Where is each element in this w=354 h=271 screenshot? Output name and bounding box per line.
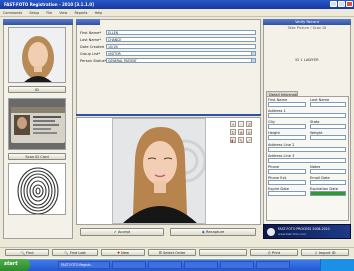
menu-view[interactable]: View: [56, 9, 70, 17]
menu-setup[interactable]: Setup: [26, 9, 42, 17]
taskbar-item[interactable]: [184, 261, 218, 269]
import-id-button[interactable]: ⇩ Import ID: [301, 249, 349, 256]
edit-icon[interactable]: ✎: [238, 137, 244, 143]
scan-id-card-button[interactable]: Scan ID Card: [8, 153, 66, 160]
expiration-status-field[interactable]: [310, 191, 346, 196]
find-button[interactable]: 🔍 Find: [5, 249, 49, 256]
contrast-icon[interactable]: ◐: [230, 137, 236, 143]
crop-plus-icon[interactable]: ⊕: [238, 129, 244, 135]
detail-field[interactable]: [310, 135, 346, 140]
person-status-value: GENERAL PATIENT: [108, 59, 137, 63]
detail-field[interactable]: [268, 102, 306, 107]
start-button[interactable]: start: [0, 259, 30, 271]
rotate-right-icon[interactable]: ↻: [230, 129, 236, 135]
status-text: ID 1 LAWYER: [295, 58, 319, 62]
taskbar-item[interactable]: [256, 261, 290, 269]
minimize-button[interactable]: [330, 1, 337, 7]
chevron-down-icon[interactable]: [251, 52, 255, 55]
brand-badge: FAST-FOTO PROCESS 2008-2010 www.fast-fot…: [263, 224, 351, 239]
image-tools: + - ↺ ↻ ⊕ ⊖ ◐ ✎ ⤢: [230, 121, 258, 153]
new-label: New: [121, 251, 129, 255]
find-label: Find: [26, 251, 34, 255]
menu-commands[interactable]: Commands: [0, 9, 25, 17]
menu-help[interactable]: Help: [92, 9, 106, 17]
resize-icon[interactable]: ⤢: [246, 137, 252, 143]
recapture-label: Recapture: [205, 230, 225, 234]
zoom-out-icon[interactable]: -: [238, 121, 244, 127]
accept-button[interactable]: ✔ Accept: [80, 228, 164, 236]
system-tray: [320, 259, 354, 271]
scanned-id-card[interactable]: [8, 98, 66, 150]
find-last-label: Find Last: [69, 251, 86, 255]
detail-field[interactable]: [310, 102, 346, 107]
accept-label: Accept: [117, 230, 131, 234]
verify-header: Verify Record: [263, 19, 351, 25]
date-created-label: Date Created: [80, 45, 104, 49]
person-status-label: Person Status*: [80, 59, 106, 63]
detail-field[interactable]: [268, 180, 306, 185]
window-title: FAST-FOTO Registration - 2010 [3.1.1.0]: [4, 2, 94, 7]
taskbar-item[interactable]: [112, 261, 146, 269]
first-name-field[interactable]: ELLEN: [106, 30, 256, 35]
group-list-label: Group List*: [80, 52, 101, 56]
import-id-label: Import ID: [318, 251, 336, 255]
detail-field[interactable]: [310, 180, 346, 185]
crop-minus-icon[interactable]: ⊖: [246, 129, 252, 135]
verify-subheader: Take Picture / Scan ID: [287, 26, 327, 30]
detail-field[interactable]: [310, 169, 346, 174]
record-form-tab[interactable]: [76, 19, 100, 25]
fingerprint-box[interactable]: [8, 163, 66, 215]
form-divider: [76, 114, 261, 116]
taskbar-item[interactable]: [148, 261, 182, 269]
rotate-left-icon[interactable]: ↺: [246, 121, 252, 127]
select-order-button[interactable]: ☰ Select Order: [148, 249, 196, 256]
last-name-label: Last Name*: [80, 38, 102, 42]
id-card-image: [9, 99, 65, 149]
brand-line-2: www.fast-foto.com: [278, 232, 306, 236]
select-order-label: Select Order: [162, 251, 186, 255]
detail-field[interactable]: [268, 135, 306, 140]
detail-field[interactable]: [310, 124, 346, 129]
detail-field[interactable]: [268, 147, 346, 152]
id-photo-thumbnail[interactable]: [8, 27, 66, 83]
menu-reports[interactable]: Reports: [71, 9, 90, 17]
menu-file[interactable]: File: [43, 9, 55, 17]
left-panel-header: [3, 19, 73, 25]
group-list-select[interactable]: VISITOR: [106, 51, 256, 56]
last-name-field[interactable]: CHANCE: [106, 37, 256, 42]
print-label: Print: [271, 251, 281, 255]
menu-bar: Commands Setup File View Reports Help: [0, 9, 354, 17]
taskbar-item[interactable]: [220, 261, 254, 269]
print-button[interactable]: ⎙ Print: [250, 249, 298, 256]
brand-line-1: FAST-FOTO PROCESS 2008-2010: [278, 227, 330, 231]
date-created-field[interactable]: 10/15/: [106, 44, 256, 49]
blank-button[interactable]: [199, 249, 247, 256]
live-camera-preview[interactable]: [112, 118, 206, 224]
maximize-button[interactable]: [338, 1, 345, 7]
first-name-label: First Name*: [80, 31, 102, 35]
new-button[interactable]: ✚ New: [101, 249, 145, 256]
detail-field[interactable]: [268, 191, 306, 196]
detail-field[interactable]: [268, 158, 346, 163]
detail-field[interactable]: [268, 124, 306, 129]
detail-field[interactable]: [268, 169, 306, 174]
find-last-button[interactable]: 🔍 Find Last: [52, 249, 98, 256]
group-list-value: VISITOR: [108, 52, 121, 56]
chevron-down-icon[interactable]: [251, 59, 255, 62]
portrait-thumb-image: [9, 28, 65, 82]
detail-field[interactable]: [268, 113, 346, 118]
recapture-button[interactable]: ◉ Recapture: [170, 228, 256, 236]
zoom-in-icon[interactable]: +: [230, 121, 236, 127]
person-status-select[interactable]: GENERAL PATIENT: [106, 58, 256, 63]
close-button[interactable]: [346, 1, 353, 7]
portrait-image: [113, 119, 205, 223]
taskbar-item-fast-foto[interactable]: FAST-FOTO Registr...: [58, 261, 110, 269]
logo-icon: [267, 228, 275, 236]
id-photo-caption[interactable]: ID: [8, 86, 66, 93]
fingerprint-icon: [17, 167, 59, 214]
window-titlebar: FAST-FOTO Registration - 2010 [3.1.1.0]: [0, 0, 354, 9]
